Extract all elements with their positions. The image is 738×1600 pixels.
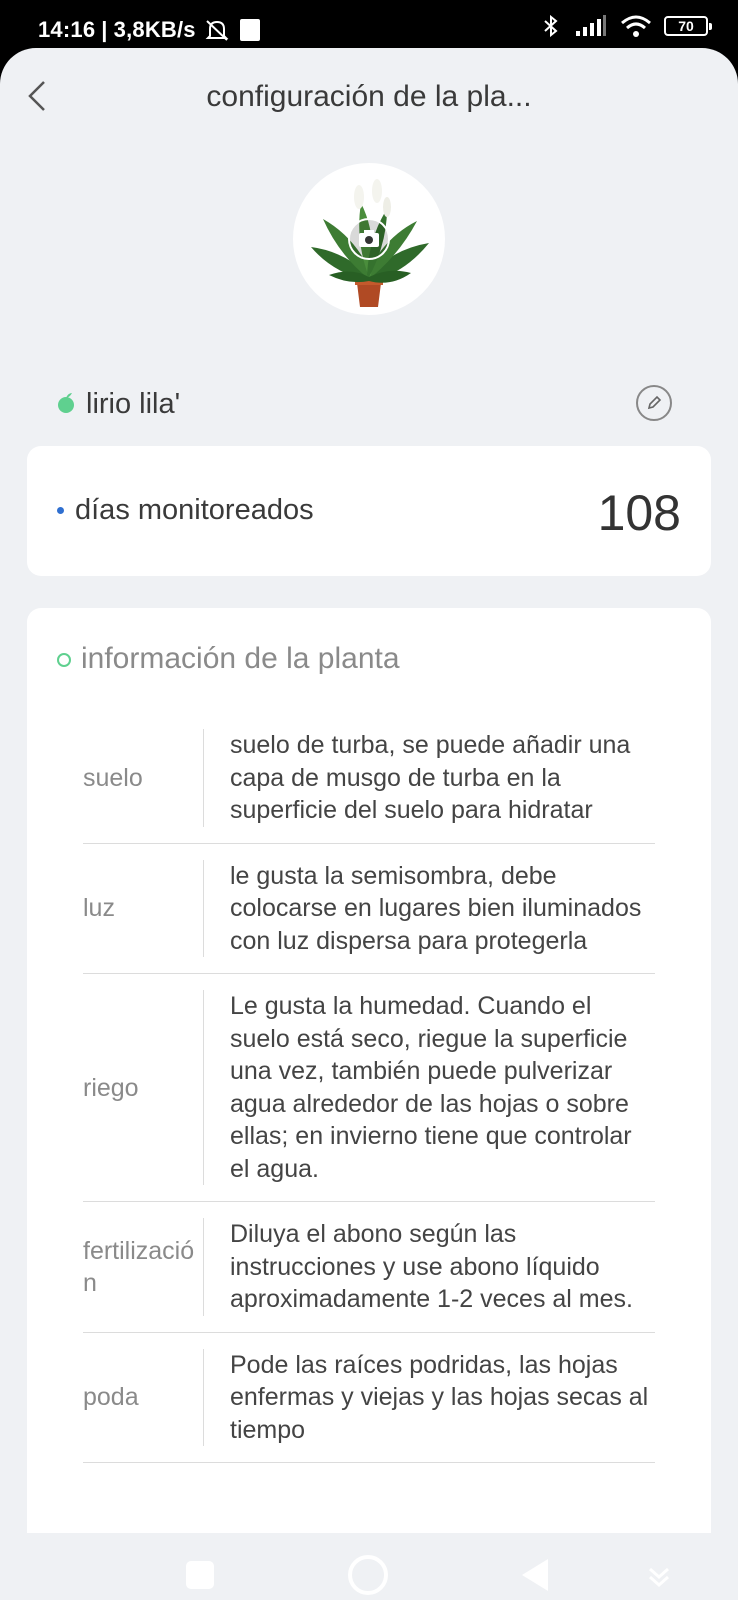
- info-key: suelo: [83, 763, 143, 792]
- bluetooth-icon: [544, 14, 558, 38]
- info-row-poda: poda Pode las raíces podridas, las hojas…: [83, 1333, 655, 1463]
- days-monitored-label: días monitoreados: [75, 494, 314, 526]
- page-title: configuración de la pla...: [206, 80, 532, 113]
- info-key: luz: [83, 894, 115, 923]
- info-value: Le gusta la humedad. Cuando el suelo est…: [203, 990, 655, 1185]
- bullet-dot: [57, 507, 64, 514]
- info-value: suelo de turba, se puede añadir una capa…: [203, 729, 655, 827]
- plant-name-row: lirio lila': [56, 380, 676, 430]
- status-left: 14:16 | 3,8KB/s: [38, 17, 260, 43]
- pencil-icon: [647, 395, 662, 410]
- edit-name-button[interactable]: [636, 385, 672, 421]
- system-nav-bar: [0, 1533, 738, 1600]
- info-row-luz: luz le gusta la semisombra, debe colocar…: [83, 844, 655, 974]
- plant-info-table: suelo suelo de turba, se puede añadir un…: [83, 713, 655, 1463]
- battery-icon: 70: [664, 16, 712, 36]
- status-bar: 14:16 | 3,8KB/s 70: [0, 0, 738, 50]
- info-value: Pode las raíces podridas, las hojas enfe…: [203, 1348, 655, 1446]
- notifications-muted-icon: [205, 20, 229, 41]
- info-key: fertilización: [83, 1236, 195, 1297]
- network-speed: 3,8KB/s: [113, 17, 196, 42]
- info-row-riego: riego Le gusta la humedad. Cuando el sue…: [83, 974, 655, 1202]
- home-icon[interactable]: [348, 1555, 388, 1595]
- back-icon[interactable]: [520, 1557, 550, 1593]
- plant-info-title: información de la planta: [81, 642, 400, 675]
- days-monitored-card: días monitoreados 108: [27, 446, 711, 576]
- info-row-suelo: suelo suelo de turba, se puede añadir un…: [83, 713, 655, 844]
- status-right: 70: [540, 14, 712, 38]
- wifi-icon: [621, 15, 651, 37]
- info-value: Diluya el abono según las instrucciones …: [203, 1218, 655, 1316]
- camera-icon[interactable]: [347, 217, 391, 261]
- signal-icon: [576, 15, 606, 36]
- info-key: poda: [83, 1383, 139, 1412]
- header: configuración de la pla...: [0, 48, 738, 148]
- recent-apps-icon[interactable]: [186, 1561, 214, 1589]
- info-row-fertilizacion: fertilización Diluya el abono según las …: [83, 1202, 655, 1333]
- leaf-icon: [58, 393, 74, 413]
- plant-photo[interactable]: [293, 163, 445, 315]
- plant-info-card: información de la planta suelo suelo de …: [27, 608, 711, 1600]
- plant-name: lirio lila': [86, 388, 181, 420]
- days-monitored-value: 108: [597, 485, 681, 541]
- info-key: riego: [83, 1073, 139, 1102]
- app-screen: configuración de la pla... lirio lila' d…: [0, 48, 738, 1600]
- status-separator: |: [101, 17, 108, 42]
- battery-level: 70: [678, 18, 694, 34]
- notification-icon: [239, 19, 260, 41]
- hide-nav-icon[interactable]: [646, 1561, 672, 1589]
- ring-icon: [57, 653, 71, 667]
- status-time: 14:16: [38, 17, 96, 42]
- info-value: le gusta la semisombra, debe colocarse e…: [203, 859, 655, 957]
